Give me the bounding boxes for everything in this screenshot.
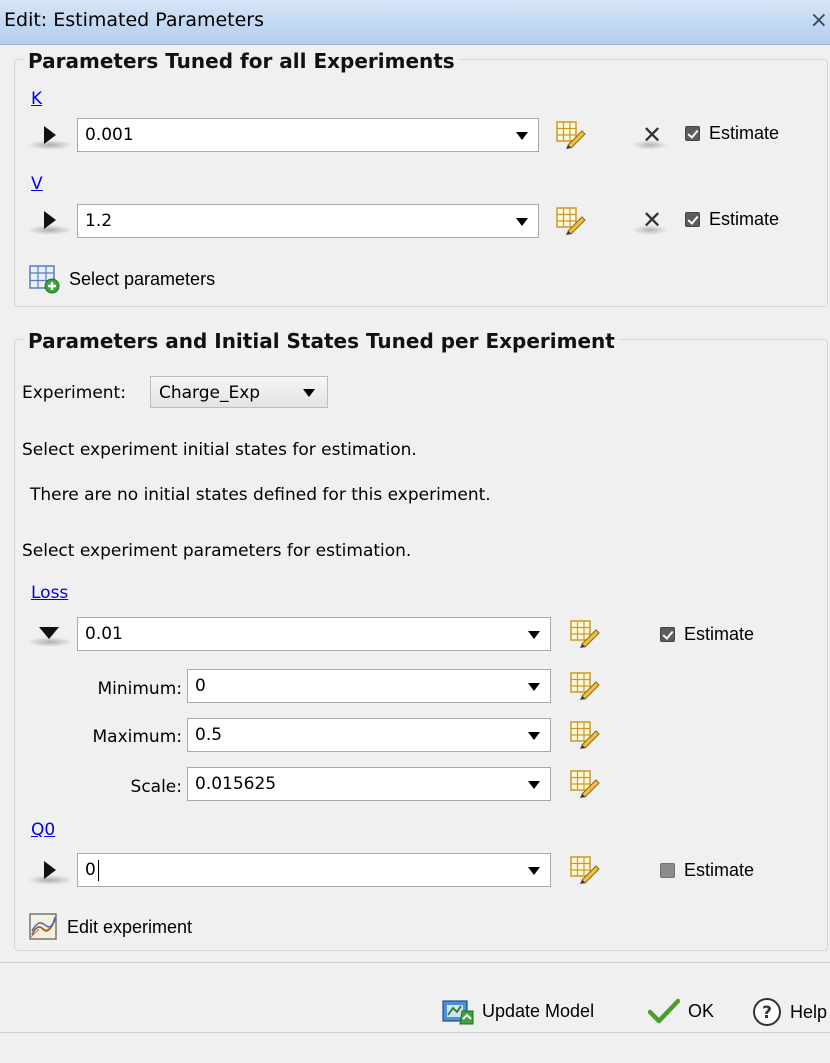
status-bar <box>0 1032 830 1063</box>
update-model-icon <box>442 1000 474 1025</box>
estimate-checkbox-q0[interactable]: Estimate <box>660 860 754 881</box>
experiment-label: Experiment: <box>22 383 126 403</box>
edit-experiment-button[interactable]: Edit experiment <box>29 913 192 941</box>
edit-table-icon[interactable] <box>570 856 600 884</box>
maximum-combo[interactable]: 0.5 <box>187 718 551 752</box>
chevron-down-icon <box>303 389 315 397</box>
edit-table-icon[interactable] <box>570 620 600 648</box>
clear-icon[interactable]: ✕ <box>632 121 668 150</box>
maximum-value: 0.5 <box>195 725 223 745</box>
initial-states-label: Select experiment initial states for est… <box>22 440 417 460</box>
param-link-v[interactable]: V <box>31 174 43 194</box>
scale-combo[interactable]: 0.015625 <box>187 767 551 801</box>
help-button[interactable]: ? Help <box>752 997 827 1027</box>
checkmark-icon <box>648 998 680 1024</box>
estimate-checkbox-v[interactable]: Estimate <box>685 209 779 230</box>
bottom-separator <box>0 962 830 963</box>
experiment-params-label: Select experiment parameters for estimat… <box>22 541 412 561</box>
group-all-title: Parameters Tuned for all Experiments <box>24 49 459 73</box>
chevron-down-icon[interactable] <box>528 781 540 789</box>
param-k-value: 0.001 <box>85 125 134 145</box>
ok-button[interactable]: OK <box>648 997 714 1025</box>
checkbox-unchecked-icon <box>660 863 675 878</box>
edit-table-icon[interactable] <box>570 672 600 700</box>
param-q0-value-combo[interactable]: 0 <box>77 853 551 887</box>
minimum-combo[interactable]: 0 <box>187 669 551 703</box>
text-caret <box>98 860 99 881</box>
param-v-value-combo[interactable]: 1.2 <box>77 204 539 238</box>
window-title: Edit: Estimated Parameters <box>4 9 265 31</box>
estimate-checkbox-loss[interactable]: Estimate <box>660 624 754 645</box>
param-loss-value: 0.01 <box>85 624 123 644</box>
param-k-value-combo[interactable]: 0.001 <box>77 118 539 152</box>
chevron-down-icon[interactable] <box>516 218 528 226</box>
experiment-value: Charge_Exp <box>159 383 261 403</box>
close-icon[interactable]: × <box>810 8 828 33</box>
expand-down-icon[interactable] <box>27 621 73 647</box>
experiment-select[interactable]: Charge_Exp <box>150 376 328 408</box>
param-loss-value-combo[interactable]: 0.01 <box>77 617 551 651</box>
edit-experiment-icon <box>29 913 57 940</box>
checkbox-checked-icon <box>685 126 700 141</box>
edit-table-icon[interactable] <box>556 207 586 235</box>
table-add-icon <box>29 265 60 294</box>
maximum-label: Maximum: <box>92 727 183 747</box>
param-link-q0[interactable]: Q0 <box>31 820 55 840</box>
update-model-button[interactable]: Update Model <box>442 997 594 1025</box>
param-link-k[interactable]: K <box>31 89 42 109</box>
minimum-value: 0 <box>195 676 206 696</box>
scale-label: Scale: <box>130 777 182 797</box>
help-icon: ? <box>753 998 781 1026</box>
title-bar: Edit: Estimated Parameters × <box>0 0 830 45</box>
param-q0-value: 0 <box>85 860 96 880</box>
edit-table-icon[interactable] <box>570 770 600 798</box>
checkbox-checked-icon <box>660 627 675 642</box>
chevron-down-icon[interactable] <box>528 683 540 691</box>
minimum-label: Minimum: <box>97 679 182 699</box>
edit-table-icon[interactable] <box>570 721 600 749</box>
group-per-title: Parameters and Initial States Tuned per … <box>24 329 619 353</box>
no-initial-states-text: There are no initial states defined for … <box>30 485 491 505</box>
scale-value: 0.015625 <box>195 774 277 794</box>
param-v-value: 1.2 <box>85 211 113 231</box>
expand-right-icon[interactable] <box>27 124 73 150</box>
edit-table-icon[interactable] <box>556 121 586 149</box>
checkbox-checked-icon <box>685 212 700 227</box>
param-link-loss[interactable]: Loss <box>31 583 68 603</box>
select-parameters-button[interactable]: Select parameters <box>29 264 215 294</box>
chevron-down-icon[interactable] <box>516 132 528 140</box>
expand-right-icon[interactable] <box>27 209 73 235</box>
estimate-checkbox-k[interactable]: Estimate <box>685 123 779 144</box>
expand-right-icon[interactable] <box>27 859 73 885</box>
svg-text:?: ? <box>762 1003 772 1023</box>
chevron-down-icon[interactable] <box>528 867 540 875</box>
clear-icon[interactable]: ✕ <box>632 206 668 235</box>
chevron-down-icon[interactable] <box>528 631 540 639</box>
chevron-down-icon[interactable] <box>528 732 540 740</box>
